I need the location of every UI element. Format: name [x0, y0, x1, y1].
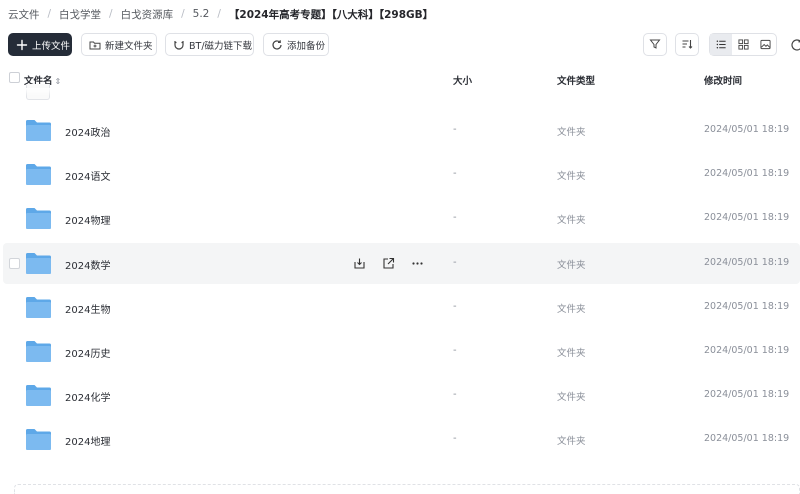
magnet-icon [173, 39, 185, 51]
file-size: - [453, 345, 457, 356]
new-folder-button[interactable]: 新建文件夹 [81, 33, 157, 56]
table-row[interactable]: 2024物理 - 文件夹 2024/05/01 18:19 [3, 198, 800, 239]
file-type: 文件夹 [557, 171, 586, 182]
upload-button[interactable]: 上传文件 [8, 33, 72, 56]
image-icon [759, 35, 771, 54]
file-size: - [453, 433, 457, 444]
file-modified: 2024/05/01 18:19 [704, 257, 790, 268]
file-name[interactable]: 2024历史 [65, 345, 110, 360]
file-type: 文件夹 [557, 215, 586, 226]
new-folder-button-label: 新建文件夹 [105, 40, 153, 52]
table-row[interactable]: 2024数学 - 文件夹 2024/05/01 18:19 [3, 243, 800, 284]
file-size: - [453, 301, 457, 312]
table-row[interactable]: 2024语文 - 文件夹 2024/05/01 18:19 [3, 154, 800, 195]
folder-icon [26, 341, 51, 362]
file-modified: 2024/05/01 18:19 [704, 212, 790, 223]
drop-zone-edge [14, 484, 800, 494]
thumbnail-view-button[interactable] [754, 34, 776, 55]
file-type: 文件夹 [557, 436, 586, 447]
file-modified: 2024/05/01 18:19 [704, 345, 790, 356]
file-name[interactable]: 2024政治 [65, 124, 110, 139]
plus-icon [16, 39, 28, 51]
header-modified: 修改时间 [704, 76, 743, 87]
folder-icon [26, 385, 51, 406]
bt-download-button[interactable]: BT/磁力链下载 [165, 33, 254, 56]
file-size: - [453, 389, 457, 400]
file-name[interactable]: 2024语文 [65, 168, 110, 183]
file-modified: 2024/05/01 18:19 [704, 124, 790, 135]
filter-icon [649, 35, 661, 54]
file-name[interactable]: 2024生物 [65, 301, 110, 316]
file-size: - [453, 168, 457, 179]
table-row[interactable]: 2024地理 - 文件夹 2024/05/01 18:19 [3, 419, 800, 460]
sort-icon [681, 35, 693, 54]
toolbar: 上传文件 新建文件夹 BT/磁力链下载 添加备份 [8, 33, 800, 57]
header-size: 大小 [453, 76, 473, 87]
table-row[interactable]: 2024化学 - 文件夹 2024/05/01 18:19 [3, 375, 800, 416]
breadcrumb-separator: / [181, 8, 185, 20]
table-row[interactable]: 2024政治 - 文件夹 2024/05/01 18:19 [3, 110, 800, 151]
download-icon[interactable] [352, 256, 366, 270]
grid-view-button[interactable] [732, 34, 754, 55]
file-name[interactable]: 2024物理 [65, 212, 110, 227]
folder-icon [26, 164, 51, 185]
upload-button-label: 上传文件 [32, 40, 71, 52]
new-folder-icon [89, 39, 101, 51]
file-type: 文件夹 [557, 260, 586, 271]
breadcrumb-separator: / [47, 8, 52, 20]
folder-icon [26, 429, 51, 450]
file-modified: 2024/05/01 18:19 [704, 433, 790, 444]
breadcrumb-item-cloud-files[interactable]: 云文件 [8, 7, 40, 22]
folder-icon [26, 208, 51, 229]
table-header: 文件名 ⇕ 大小 文件类型 修改时间 [0, 68, 800, 90]
more-icon[interactable] [410, 256, 424, 270]
file-size: - [453, 212, 457, 223]
breadcrumb: 云文件 / 白戈学堂 / 白戈资源库 / 5.2 / 【2024年高考专题】【八… [8, 6, 433, 22]
row-checkbox[interactable] [9, 258, 20, 269]
breadcrumb-item-5-2[interactable]: 5.2 [193, 8, 210, 20]
bt-download-button-label: BT/磁力链下载 [189, 40, 253, 52]
scroll-fade [0, 88, 800, 96]
file-name[interactable]: 2024化学 [65, 389, 110, 404]
file-type: 文件夹 [557, 304, 586, 315]
file-type: 文件夹 [557, 127, 586, 138]
table-row[interactable]: 2024历史 - 文件夹 2024/05/01 18:19 [3, 331, 800, 372]
list-icon [716, 35, 727, 54]
add-backup-button-label: 添加备份 [287, 40, 326, 52]
file-size: - [453, 257, 457, 268]
view-mode-switch [709, 33, 777, 56]
breadcrumb-item-current: 【2024年高考专题】【八大科】【298GB】 [228, 8, 434, 21]
breadcrumb-item-baige-library[interactable]: 白戈资源库 [121, 7, 174, 22]
file-name[interactable]: 2024地理 [65, 433, 110, 448]
grid-icon [737, 35, 749, 54]
file-size: - [453, 124, 457, 135]
header-type: 文件类型 [557, 76, 596, 87]
folder-icon [26, 120, 51, 141]
add-backup-button[interactable]: 添加备份 [263, 33, 329, 56]
list-view-button[interactable] [710, 34, 732, 55]
sort-button[interactable] [675, 33, 699, 56]
folder-icon [26, 253, 51, 274]
breadcrumb-item-baige-school[interactable]: 白戈学堂 [59, 7, 101, 22]
refresh-icon[interactable] [790, 38, 800, 52]
breadcrumb-separator: / [217, 8, 221, 20]
sync-icon [271, 39, 283, 51]
filter-button[interactable] [643, 33, 667, 56]
file-modified: 2024/05/01 18:19 [704, 301, 790, 312]
select-all-checkbox[interactable] [9, 72, 20, 83]
file-type: 文件夹 [557, 392, 586, 403]
sort-arrows-icon: ⇕ [54, 77, 62, 86]
file-name[interactable]: 2024数学 [65, 257, 110, 272]
folder-icon [26, 297, 51, 318]
file-modified: 2024/05/01 18:19 [704, 168, 790, 179]
file-type: 文件夹 [557, 348, 586, 359]
table-row[interactable]: 2024生物 - 文件夹 2024/05/01 18:19 [3, 287, 800, 328]
row-actions [352, 256, 439, 270]
breadcrumb-separator: / [109, 8, 113, 20]
file-modified: 2024/05/01 18:19 [704, 389, 790, 400]
share-icon[interactable] [381, 256, 395, 270]
